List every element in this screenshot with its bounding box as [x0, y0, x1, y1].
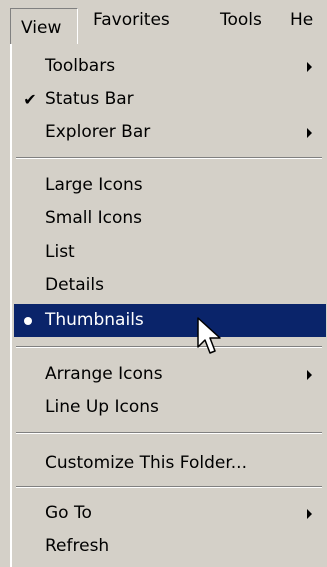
menu-item-label: Arrange Icons — [45, 364, 163, 384]
menu-item-label: Explorer Bar — [45, 122, 151, 142]
menu-item-go-to[interactable]: Go To — [14, 497, 326, 530]
menu-item-refresh[interactable]: Refresh — [14, 530, 326, 563]
menu-item-large-icons[interactable]: Large Icons — [14, 169, 326, 202]
menu-item-label: Customize This Folder... — [45, 453, 247, 473]
submenu-arrow-icon — [307, 128, 312, 138]
menu-view[interactable]: View — [10, 8, 78, 44]
menu-bar: View Favorites Tools He — [0, 0, 327, 44]
menu-item-label: Go To — [45, 503, 92, 523]
menu-item-arrange-icons[interactable]: Arrange Icons — [14, 358, 326, 391]
submenu-arrow-icon — [307, 370, 312, 380]
menu-item-status-bar[interactable]: ✔ Status Bar — [14, 83, 326, 116]
menu-item-small-icons[interactable]: Small Icons — [14, 202, 326, 235]
menu-item-toolbars[interactable]: Toolbars — [14, 50, 326, 83]
menu-item-explorer-bar[interactable]: Explorer Bar — [14, 116, 326, 149]
menu-item-label: Refresh — [45, 536, 110, 556]
menu-item-label: Line Up Icons — [45, 397, 159, 417]
menu-item-label: Toolbars — [45, 56, 116, 76]
view-dropdown-menu: Toolbars ✔ Status Bar Explorer Bar Large… — [10, 44, 327, 567]
menu-help[interactable]: He — [276, 0, 323, 44]
menu-item-details[interactable]: Details — [14, 269, 326, 302]
menu-item-customize-folder[interactable]: Customize This Folder... — [14, 447, 326, 480]
menu-item-label: Large Icons — [45, 175, 143, 195]
menu-item-list[interactable]: List — [14, 236, 326, 269]
menu-favorites[interactable]: Favorites — [83, 0, 180, 44]
menu-item-thumbnails[interactable]: Thumbnails — [14, 304, 326, 337]
mouse-pointer-icon — [197, 317, 221, 354]
menu-separator — [16, 486, 322, 488]
menu-item-label: Small Icons — [45, 208, 143, 228]
submenu-arrow-icon — [307, 62, 312, 72]
menu-item-line-up-icons[interactable]: Line Up Icons — [14, 391, 326, 424]
checkmark-icon: ✔ — [23, 90, 37, 109]
radio-dot-icon — [24, 317, 32, 325]
menu-separator — [16, 157, 322, 159]
menu-separator — [16, 346, 322, 348]
submenu-arrow-icon — [307, 509, 312, 519]
menu-item-label: Status Bar — [45, 89, 134, 109]
menu-tools[interactable]: Tools — [210, 0, 272, 44]
menu-item-label: Details — [45, 275, 104, 295]
menu-separator — [16, 432, 322, 434]
menu-item-label: List — [45, 242, 75, 262]
menu-item-label: Thumbnails — [45, 310, 144, 330]
